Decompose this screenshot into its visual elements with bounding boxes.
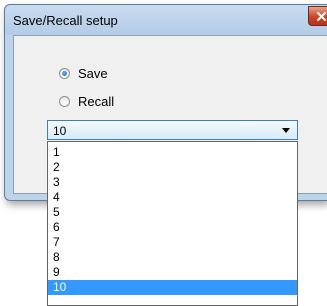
recall-radio-button[interactable] xyxy=(59,96,70,107)
dialog-title: Save/Recall setup xyxy=(13,13,118,28)
recall-radio-label: Recall xyxy=(78,94,115,109)
title-bar[interactable]: Save/Recall setup xyxy=(5,5,327,35)
save-radio-label: Save xyxy=(78,66,108,81)
close-x-icon xyxy=(316,11,326,21)
dropdown-option[interactable]: 1 xyxy=(48,145,297,160)
dropdown-option[interactable]: 3 xyxy=(48,175,297,190)
slot-dropdown-list[interactable]: 1 2 3 4 5 6 7 8 9 10 xyxy=(47,141,298,306)
dropdown-option[interactable]: 9 xyxy=(48,265,297,280)
dropdown-option[interactable]: 10 xyxy=(48,280,297,295)
dropdown-option[interactable]: 8 xyxy=(48,250,297,265)
save-radio-button[interactable] xyxy=(59,68,70,79)
save-radio[interactable]: Save xyxy=(59,66,108,81)
slot-select[interactable]: 10 xyxy=(47,120,298,140)
dropdown-option[interactable]: 2 xyxy=(48,160,297,175)
dropdown-option[interactable]: 6 xyxy=(48,220,297,235)
slot-select-value: 10 xyxy=(53,124,67,138)
dropdown-option[interactable]: 5 xyxy=(48,205,297,220)
dropdown-option[interactable]: 4 xyxy=(48,190,297,205)
recall-radio[interactable]: Recall xyxy=(59,94,114,109)
close-button[interactable] xyxy=(308,6,327,26)
chevron-down-icon[interactable] xyxy=(282,128,290,133)
dropdown-option[interactable]: 7 xyxy=(48,235,297,250)
